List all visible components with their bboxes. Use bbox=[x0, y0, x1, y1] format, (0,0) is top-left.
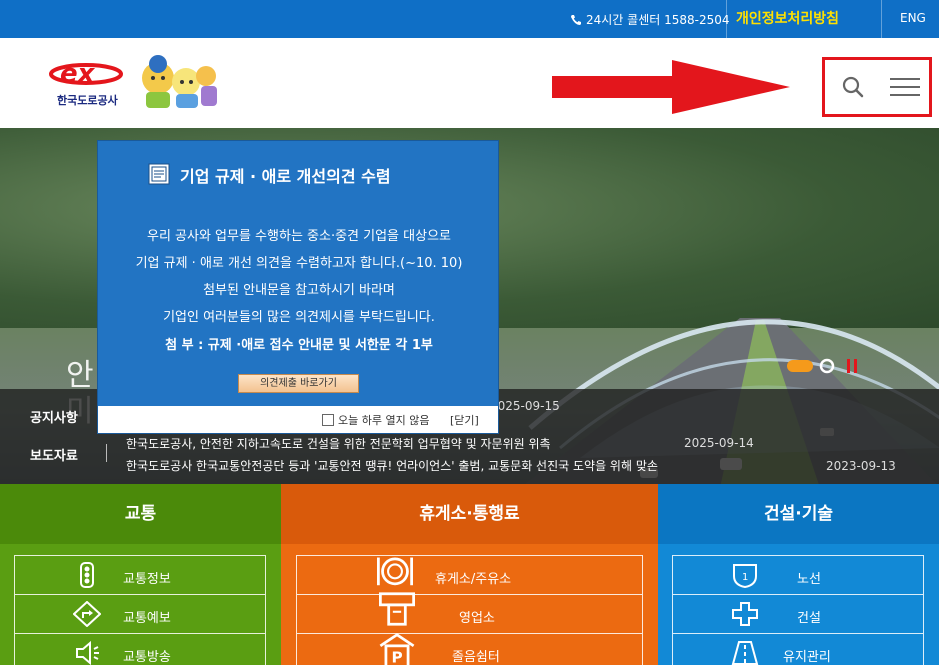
speaker-icon bbox=[76, 640, 99, 665]
direction-sign-icon bbox=[73, 601, 101, 627]
menu-item-traffic-forecast[interactable]: 교통예보 bbox=[14, 594, 266, 633]
menu-item-label: 교통예보 bbox=[123, 611, 171, 626]
menu-item-traffic-info[interactable]: 교통정보 bbox=[14, 555, 266, 594]
menu-item-maintenance[interactable]: 유지관리 bbox=[672, 633, 924, 665]
press-item[interactable]: 한국도로공사, 안전한 지하고속도로 건설을 위한 전문학회 업무협약 및 자문… bbox=[126, 435, 551, 452]
divider bbox=[106, 444, 107, 462]
menu-item-construction[interactable]: 건설 bbox=[672, 594, 924, 633]
road-maintenance-icon bbox=[731, 641, 759, 665]
notice-tab[interactable]: 공지사항 bbox=[30, 407, 78, 426]
popup-text-line: 우리 공사와 업무를 수행하는 중소·중견 기업을 대상으로 bbox=[146, 229, 451, 244]
restarea-toll-column: 휴게소·통행료 휴게소/주유소 영업소 P 졸음쉼터 bbox=[281, 484, 658, 665]
svg-text:P: P bbox=[391, 648, 402, 665]
pause-icon bbox=[847, 359, 850, 373]
document-icon bbox=[148, 163, 170, 185]
hamburger-menu-icon[interactable] bbox=[889, 76, 921, 98]
notice-date: 2025-09-15 bbox=[490, 399, 560, 413]
top-utility-bar: 24시간 콜센터 1588-2504 개인정보처리방침 ENG bbox=[0, 0, 939, 38]
divider bbox=[726, 0, 727, 38]
parking-shelter-icon: P bbox=[379, 633, 415, 665]
popup-title: 기업 규제 · 애로 개선의견 수렴 bbox=[180, 167, 391, 186]
construction-column-title[interactable]: 건설·기술 bbox=[658, 484, 939, 544]
menu-item-restarea[interactable]: 휴게소/주유소 bbox=[296, 555, 643, 594]
traffic-light-icon bbox=[80, 562, 94, 588]
popup-body: 우리 공사와 업무를 수행하는 중소·중견 기업을 대상으로 기업 규제 · 애… bbox=[98, 223, 500, 331]
menu-item-tollgate[interactable]: 영업소 bbox=[296, 592, 643, 633]
menu-item-label: 건설 bbox=[797, 611, 821, 626]
dont-show-today-checkbox[interactable] bbox=[322, 414, 334, 426]
menu-item-drowsy-shelter[interactable]: P 졸음쉼터 bbox=[296, 633, 643, 665]
popup-text-line: 첨부된 안내문을 참고하시기 바라며 bbox=[203, 283, 395, 298]
tollgate-ticket-icon bbox=[379, 592, 415, 626]
red-arrow-annotation bbox=[552, 60, 790, 114]
submit-opinion-button[interactable]: 의견제출 바로가기 bbox=[238, 374, 359, 393]
menu-item-label: 교통방송 bbox=[123, 650, 171, 665]
traffic-menu: 교통정보 교통예보 교통방송 bbox=[14, 555, 266, 665]
traffic-column-title[interactable]: 교통 bbox=[0, 484, 281, 544]
popup-text-line: 기업 규제 · 애로 개선 의견을 수렴하고자 합니다.(~10. 10) bbox=[135, 256, 463, 271]
callcenter-info: 24시간 콜센터 1588-2504 bbox=[570, 11, 730, 28]
callcenter-text: 24시간 콜센터 1588-2504 bbox=[586, 13, 730, 27]
privacy-policy-link[interactable]: 개인정보처리방침 bbox=[736, 8, 839, 28]
svg-text:ex: ex bbox=[60, 59, 96, 89]
dont-show-today-label[interactable]: 오늘 하루 열지 않음 bbox=[338, 412, 429, 428]
site-header: ex 한국도로공사 bbox=[0, 38, 939, 128]
slide-controls bbox=[787, 358, 857, 374]
svg-text:1: 1 bbox=[742, 572, 748, 583]
press-date: 2023-09-13 bbox=[826, 459, 896, 473]
notice-popup: 기업 규제 · 애로 개선의견 수렴 우리 공사와 업무를 수행하는 중소·중견… bbox=[97, 140, 499, 434]
divider bbox=[881, 0, 882, 38]
menu-item-label: 영업소 bbox=[459, 611, 495, 626]
menu-item-traffic-broadcast[interactable]: 교통방송 bbox=[14, 633, 266, 665]
construction-column: 건설·기술 1 노선 건설 유지관리 bbox=[658, 484, 939, 665]
press-item[interactable]: 한국도로공사 한국교통안전공단 등과 '교통안전 땡큐! 언라이언스' 출범, … bbox=[126, 457, 658, 474]
menu-item-label: 노선 bbox=[797, 572, 821, 587]
press-date: 2025-09-14 bbox=[684, 436, 754, 450]
popup-close-link[interactable]: [닫기] bbox=[450, 412, 479, 428]
construction-cross-icon bbox=[732, 602, 758, 626]
menu-item-label: 유지관리 bbox=[783, 650, 831, 665]
phone-icon bbox=[571, 14, 581, 25]
company-name: 한국도로공사 bbox=[57, 94, 118, 107]
search-icon[interactable] bbox=[842, 76, 864, 98]
popup-text-line: 기업인 여러분들의 많은 의견제시를 부탁드립니다. bbox=[163, 310, 435, 325]
popup-attachment-note: 첨 부 : 규제 ·애로 접수 안내문 및 서한문 각 1부 bbox=[165, 338, 433, 353]
menu-item-label: 휴게소/주유소 bbox=[435, 572, 512, 587]
traffic-column: 교통 교통정보 교통예보 교통방송 bbox=[0, 484, 281, 665]
menu-item-label: 교통정보 bbox=[123, 572, 171, 587]
english-link[interactable]: ENG bbox=[900, 11, 926, 25]
dining-plate-icon bbox=[377, 557, 413, 586]
menu-item-label: 졸음쉼터 bbox=[452, 650, 500, 665]
restarea-toll-column-title[interactable]: 휴게소·통행료 bbox=[281, 484, 658, 544]
press-tab[interactable]: 보도자료 bbox=[30, 445, 78, 464]
construction-menu: 1 노선 건설 유지관리 bbox=[672, 555, 924, 665]
slide-indicator-active bbox=[787, 360, 813, 372]
popup-footer: 오늘 하루 열지 않음 [닫기] bbox=[98, 406, 498, 433]
slide-indicator bbox=[819, 358, 835, 374]
restarea-toll-menu: 휴게소/주유소 영업소 P 졸음쉼터 bbox=[296, 555, 643, 665]
menu-item-route[interactable]: 1 노선 bbox=[672, 555, 924, 594]
route-shield-icon: 1 bbox=[733, 564, 757, 588]
